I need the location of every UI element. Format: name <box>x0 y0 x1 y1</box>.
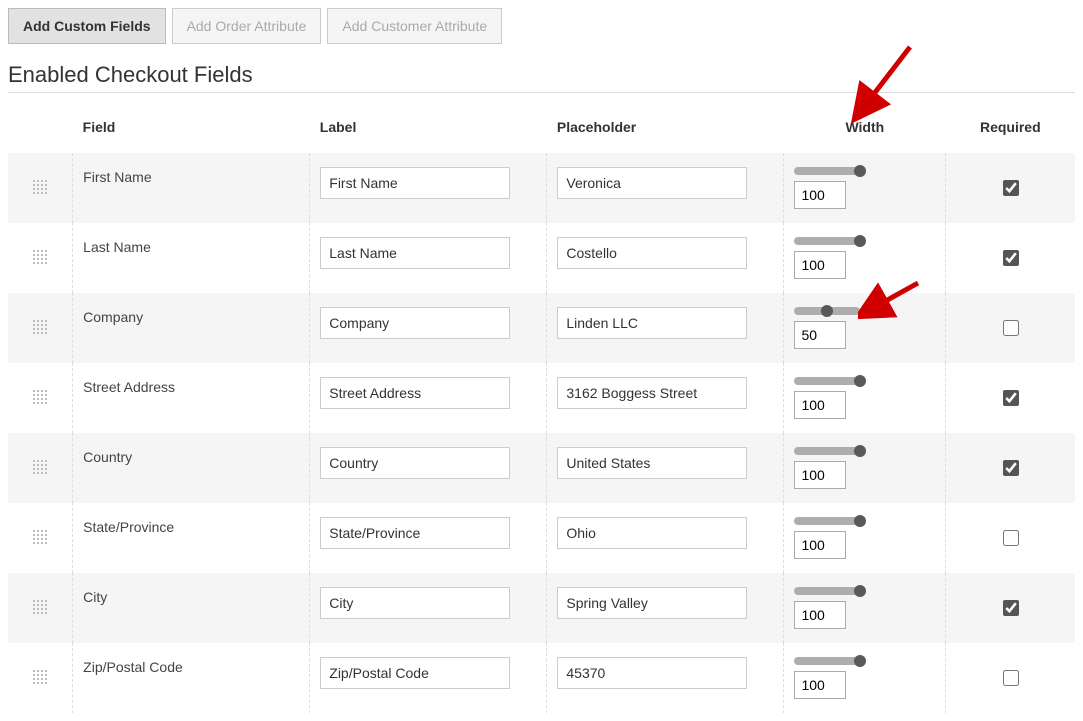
width-input[interactable] <box>794 251 846 279</box>
drag-handle[interactable] <box>8 503 73 573</box>
width-input[interactable] <box>794 181 846 209</box>
field-name: State/Province <box>73 503 310 573</box>
fields-table: Field Label Placeholder Width Required F… <box>8 93 1075 713</box>
drag-icon <box>33 460 47 474</box>
required-checkbox[interactable] <box>1003 250 1019 266</box>
drag-handle[interactable] <box>8 293 73 363</box>
label-input[interactable] <box>320 587 510 619</box>
required-checkbox[interactable] <box>1003 670 1019 686</box>
drag-handle[interactable] <box>8 153 73 223</box>
add-custom-fields-button[interactable]: Add Custom Fields <box>8 8 166 44</box>
label-input[interactable] <box>320 377 510 409</box>
field-name: Last Name <box>73 223 310 293</box>
col-placeholder: Placeholder <box>547 93 784 153</box>
drag-handle[interactable] <box>8 223 73 293</box>
drag-icon <box>33 250 47 264</box>
slider-thumb[interactable] <box>821 305 833 317</box>
placeholder-input[interactable] <box>557 167 747 199</box>
drag-icon <box>33 600 47 614</box>
label-input[interactable] <box>320 447 510 479</box>
required-checkbox[interactable] <box>1003 460 1019 476</box>
label-input[interactable] <box>320 657 510 689</box>
width-slider[interactable] <box>794 447 860 455</box>
drag-handle[interactable] <box>8 643 73 713</box>
table-row: City <box>8 573 1075 643</box>
table-row: First Name <box>8 153 1075 223</box>
add-customer-attribute-button[interactable]: Add Customer Attribute <box>327 8 502 44</box>
slider-thumb[interactable] <box>854 165 866 177</box>
section-title: Enabled Checkout Fields <box>8 62 1075 88</box>
col-field: Field <box>73 93 310 153</box>
width-slider[interactable] <box>794 377 860 385</box>
col-width: Width <box>784 93 946 153</box>
drag-icon <box>33 320 47 334</box>
field-name: Street Address <box>73 363 310 433</box>
drag-icon <box>33 390 47 404</box>
width-input[interactable] <box>794 531 846 559</box>
field-name: Zip/Postal Code <box>73 643 310 713</box>
table-row: Company <box>8 293 1075 363</box>
slider-thumb[interactable] <box>854 445 866 457</box>
label-input[interactable] <box>320 167 510 199</box>
width-input[interactable] <box>794 321 846 349</box>
table-row: State/Province <box>8 503 1075 573</box>
width-slider[interactable] <box>794 657 860 665</box>
width-slider[interactable] <box>794 517 860 525</box>
required-checkbox[interactable] <box>1003 530 1019 546</box>
field-name: First Name <box>73 153 310 223</box>
placeholder-input[interactable] <box>557 237 747 269</box>
drag-icon <box>33 670 47 684</box>
placeholder-input[interactable] <box>557 657 747 689</box>
width-slider[interactable] <box>794 307 860 315</box>
required-checkbox[interactable] <box>1003 600 1019 616</box>
table-row: Zip/Postal Code <box>8 643 1075 713</box>
width-slider[interactable] <box>794 167 860 175</box>
slider-thumb[interactable] <box>854 655 866 667</box>
width-input[interactable] <box>794 461 846 489</box>
field-name: Country <box>73 433 310 503</box>
slider-thumb[interactable] <box>854 235 866 247</box>
drag-icon <box>33 530 47 544</box>
label-input[interactable] <box>320 307 510 339</box>
required-checkbox[interactable] <box>1003 180 1019 196</box>
label-input[interactable] <box>320 237 510 269</box>
required-checkbox[interactable] <box>1003 320 1019 336</box>
field-name: City <box>73 573 310 643</box>
required-checkbox[interactable] <box>1003 390 1019 406</box>
placeholder-input[interactable] <box>557 517 747 549</box>
add-order-attribute-button[interactable]: Add Order Attribute <box>172 8 322 44</box>
drag-icon <box>33 180 47 194</box>
table-row: Last Name <box>8 223 1075 293</box>
placeholder-input[interactable] <box>557 307 747 339</box>
placeholder-input[interactable] <box>557 377 747 409</box>
col-label: Label <box>310 93 547 153</box>
slider-thumb[interactable] <box>854 585 866 597</box>
width-slider[interactable] <box>794 237 860 245</box>
drag-handle[interactable] <box>8 433 73 503</box>
placeholder-input[interactable] <box>557 447 747 479</box>
slider-thumb[interactable] <box>854 375 866 387</box>
col-required: Required <box>946 93 1075 153</box>
width-slider[interactable] <box>794 587 860 595</box>
drag-handle[interactable] <box>8 363 73 433</box>
field-name: Company <box>73 293 310 363</box>
slider-thumb[interactable] <box>854 515 866 527</box>
placeholder-input[interactable] <box>557 587 747 619</box>
width-input[interactable] <box>794 391 846 419</box>
width-input[interactable] <box>794 671 846 699</box>
label-input[interactable] <box>320 517 510 549</box>
width-input[interactable] <box>794 601 846 629</box>
drag-handle[interactable] <box>8 573 73 643</box>
table-row: Country <box>8 433 1075 503</box>
table-row: Street Address <box>8 363 1075 433</box>
